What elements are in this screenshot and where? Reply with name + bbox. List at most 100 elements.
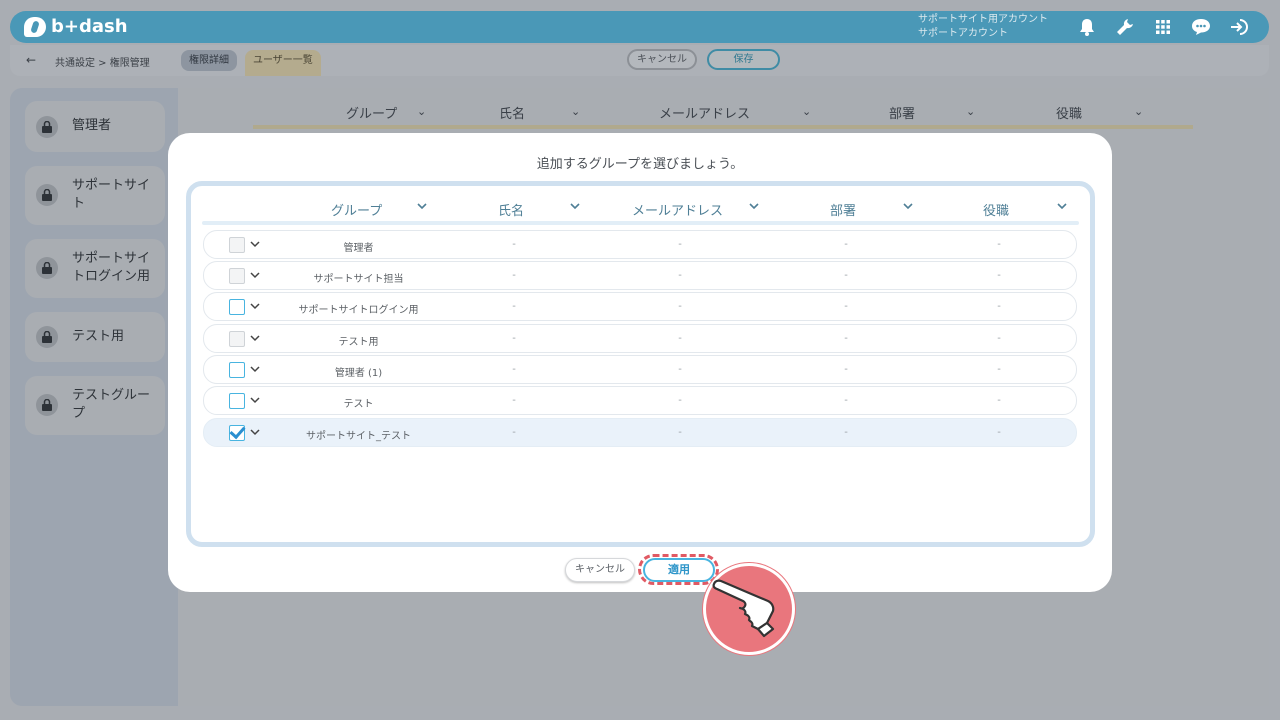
sidebar-item-test-group[interactable]: テストグループ [25, 376, 165, 435]
bg-column-dept[interactable]: 部署 [889, 103, 915, 122]
table-row[interactable]: サポートサイトログイン用 - - - - [203, 292, 1077, 321]
chevron-down-icon[interactable]: ⌄ [802, 105, 811, 118]
cell-email: - [678, 333, 682, 344]
cell-dept: - [844, 364, 848, 375]
row-checkbox [229, 237, 245, 253]
cell-group: 管理者 [343, 243, 374, 254]
lock-icon [36, 326, 58, 348]
account-info[interactable]: サポートサイト用アカウント サポートアカウント [918, 13, 1048, 41]
grid-icon[interactable] [1152, 16, 1174, 38]
chevron-down-icon[interactable] [250, 241, 260, 248]
column-header-email[interactable]: メールアドレス [632, 200, 723, 219]
cell-role: - [997, 364, 1001, 375]
cell-email: - [678, 395, 682, 406]
cell-dept: - [844, 427, 848, 438]
chevron-down-icon[interactable] [749, 203, 759, 210]
chevron-down-icon[interactable] [250, 366, 260, 373]
account-line2: サポートアカウント [918, 28, 1008, 39]
row-checkbox [229, 331, 245, 347]
cell-role: - [997, 427, 1001, 438]
chevron-down-icon[interactable] [250, 335, 260, 342]
bg-header-underline [253, 125, 1193, 129]
sidebar-item-support-login[interactable]: サポートサイトログイン用 [25, 239, 165, 298]
chevron-down-icon[interactable] [1057, 203, 1067, 210]
cell-name: - [512, 395, 516, 406]
cell-group: サポートサイト担当 [313, 274, 404, 285]
cell-role: - [997, 270, 1001, 281]
chevron-down-icon[interactable] [250, 429, 260, 436]
row-checkbox[interactable] [229, 362, 245, 378]
cell-name: - [512, 239, 516, 250]
column-header-dept[interactable]: 部署 [830, 200, 856, 219]
column-header-name[interactable]: 氏名 [498, 200, 524, 219]
cell-role: - [997, 395, 1001, 406]
chevron-down-icon[interactable] [417, 203, 427, 210]
row-checkbox[interactable] [229, 393, 245, 409]
chevron-down-icon[interactable]: ⌄ [1134, 105, 1143, 118]
row-checkbox[interactable] [229, 299, 245, 315]
cell-dept: - [844, 270, 848, 281]
cell-dept: - [844, 395, 848, 406]
bg-column-email[interactable]: メールアドレス [659, 103, 750, 122]
row-checkbox [229, 268, 245, 284]
back-arrow-icon[interactable]: ← [26, 53, 36, 67]
hand-pointer-icon [703, 563, 795, 655]
row-checkbox-checked[interactable] [229, 425, 245, 441]
sidebar-item-label: 管理者 [72, 118, 112, 133]
logout-icon[interactable] [1228, 16, 1250, 38]
sidebar-item-admin[interactable]: 管理者 [25, 101, 165, 152]
table-row[interactable]: テスト - - - - [203, 386, 1077, 415]
table-row[interactable]: テスト用 - - - - [203, 324, 1077, 353]
chevron-down-icon[interactable] [250, 303, 260, 310]
cell-dept: - [844, 333, 848, 344]
modal-cancel-button[interactable]: キャンセル [565, 558, 635, 582]
bg-column-group[interactable]: グループ [346, 103, 397, 122]
chevron-down-icon[interactable] [250, 397, 260, 404]
cell-name: - [512, 333, 516, 344]
group-select-modal: 追加するグループを選びましょう。 グループ 氏名 メールアドレス 部署 役職 管… [168, 133, 1112, 592]
lock-icon [36, 257, 58, 279]
modal-title: 追加するグループを選びましょう。 [536, 157, 744, 172]
account-line1: サポートサイト用アカウント [918, 14, 1048, 25]
table-row-selected[interactable]: サポートサイト_テスト - - - - [203, 418, 1077, 447]
cell-email: - [678, 301, 682, 312]
header-save-button[interactable]: 保存 [707, 49, 780, 70]
tab-user-list[interactable]: ユーザー一覧 [245, 50, 321, 76]
cell-group: サポートサイトログイン用 [298, 305, 419, 316]
cell-name: - [512, 270, 516, 281]
lock-icon [36, 116, 58, 138]
sidebar-item-support-site[interactable]: サポートサイト [25, 166, 165, 225]
bg-column-name[interactable]: 氏名 [499, 103, 525, 122]
tab-permission-detail[interactable]: 権限詳細 [181, 50, 237, 71]
chevron-down-icon[interactable]: ⌄ [966, 105, 975, 118]
chevron-down-icon[interactable] [250, 272, 260, 279]
cell-group: サポートサイト_テスト [306, 431, 411, 442]
sidebar-item-label: テスト用 [72, 329, 125, 344]
column-header-group[interactable]: グループ [331, 200, 382, 219]
cell-email: - [678, 239, 682, 250]
cell-role: - [997, 301, 1001, 312]
sidebar-item-label: テストグループ [72, 388, 151, 421]
lock-icon [36, 394, 58, 416]
logo-text: b+dash [51, 16, 128, 37]
top-header: b+dash サポートサイト用アカウント サポートアカウント [10, 11, 1269, 43]
bell-icon[interactable] [1076, 16, 1098, 38]
column-header-role[interactable]: 役職 [983, 200, 1009, 219]
chevron-down-icon[interactable]: ⌄ [417, 105, 426, 118]
sidebar-item-test[interactable]: テスト用 [25, 312, 165, 362]
table-row[interactable]: 管理者 - - - - [203, 230, 1077, 259]
table-row[interactable]: 管理者 (1) - - - - [203, 355, 1077, 384]
cell-role: - [997, 239, 1001, 250]
chevron-down-icon[interactable] [570, 203, 580, 210]
chat-icon[interactable] [1190, 16, 1212, 38]
group-table: グループ 氏名 メールアドレス 部署 役職 管理者 - - - - サポートサイ… [186, 181, 1095, 547]
cell-name: - [512, 301, 516, 312]
wrench-icon[interactable] [1114, 16, 1136, 38]
chevron-down-icon[interactable] [903, 203, 913, 210]
chevron-down-icon[interactable]: ⌄ [571, 105, 580, 118]
bg-column-role[interactable]: 役職 [1056, 103, 1082, 122]
header-cancel-button[interactable]: キャンセル [627, 49, 697, 70]
table-row[interactable]: サポートサイト担当 - - - - [203, 261, 1077, 290]
logo[interactable]: b+dash [24, 16, 128, 37]
sidebar-item-label: サポートサイトログイン用 [72, 251, 151, 284]
